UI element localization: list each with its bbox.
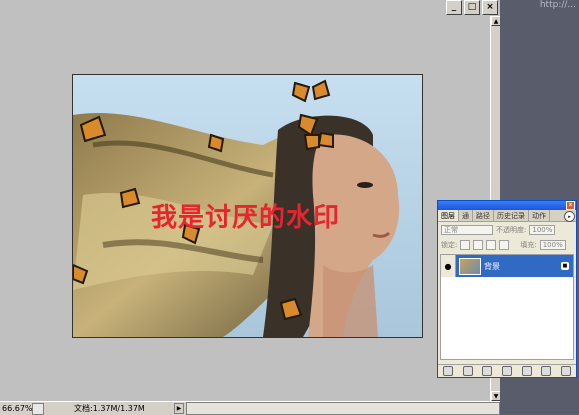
adjustment-layer-icon[interactable]: [501, 366, 512, 376]
restore-button[interactable]: □: [464, 0, 480, 15]
blend-row: 正常 不透明度: 100%: [438, 222, 576, 237]
blend-mode-value: 正常: [444, 225, 458, 234]
status-menu-arrow-icon[interactable]: ▶: [174, 403, 184, 414]
lock-brush-icon[interactable]: [473, 239, 484, 250]
panel-bottom-bar: [438, 364, 576, 377]
fill-input[interactable]: 100%: [539, 239, 566, 250]
layer-style-icon[interactable]: [462, 366, 473, 376]
tab-layers[interactable]: 图层: [438, 210, 459, 221]
opacity-input[interactable]: 100%: [529, 224, 556, 235]
link-layers-icon[interactable]: [442, 366, 453, 376]
close-button[interactable]: ×: [482, 0, 498, 15]
blend-mode-select[interactable]: 正常: [441, 224, 493, 235]
zoom-level[interactable]: 66.67%: [0, 404, 33, 413]
status-bar: 66.67% 文档:1.37M/1.37M ▶: [0, 401, 500, 415]
document-info-icon[interactable]: [32, 402, 44, 415]
fill-label: 填充:: [520, 240, 537, 249]
tab-channels[interactable]: 通: [459, 210, 473, 221]
layer-thumbnail: [459, 257, 481, 275]
lock-label: 锁定:: [441, 240, 458, 249]
new-layer-icon[interactable]: [541, 366, 552, 376]
opacity-label: 不透明度:: [496, 225, 527, 234]
panel-menu-icon[interactable]: ▸: [564, 211, 575, 222]
layer-name: 背景: [484, 261, 500, 271]
lock-icon: ■: [561, 262, 569, 270]
corner-watermark: http://...: [539, 0, 576, 10]
watermark-text: 我是讨厌的水印: [151, 203, 341, 233]
new-group-icon[interactable]: [521, 366, 532, 376]
eye-icon[interactable]: ●: [441, 255, 456, 277]
layers-panel: x 图层 通 路径 历史记录 动作 ▸ 正常 不透明度: 100% 锁定: 填充…: [437, 200, 577, 378]
image-canvas[interactable]: 我是讨厌的水印: [72, 74, 423, 338]
lock-all-icon[interactable]: [499, 239, 510, 250]
horizontal-scrollbar[interactable]: [186, 402, 500, 415]
panel-titlebar[interactable]: x: [438, 201, 576, 210]
layer-mask-icon[interactable]: [482, 366, 493, 376]
delete-layer-icon[interactable]: [561, 366, 572, 376]
panel-tabs: 图层 通 路径 历史记录 动作 ▸: [438, 210, 576, 222]
layer-list: ● 背景 ■: [440, 254, 574, 360]
tab-history[interactable]: 历史记录: [494, 210, 529, 221]
lock-transparency-icon[interactable]: [460, 239, 471, 250]
lock-row: 锁定: 填充: 100%: [438, 237, 576, 252]
tab-actions[interactable]: 动作: [529, 210, 550, 221]
lock-move-icon[interactable]: [486, 239, 497, 250]
document-workspace: _ □ × 我是讨厌的水印 ▲ ▼ 66.67% 文档:1.37M/1.37M …: [0, 0, 502, 415]
panel-close-button[interactable]: x: [566, 201, 575, 210]
minimize-button[interactable]: _: [446, 0, 462, 15]
document-size: 文档:1.37M/1.37M: [74, 404, 145, 413]
document-window-buttons: _ □ ×: [446, 0, 498, 15]
layer-row[interactable]: ● 背景 ■: [441, 255, 573, 277]
tab-paths[interactable]: 路径: [473, 210, 494, 221]
